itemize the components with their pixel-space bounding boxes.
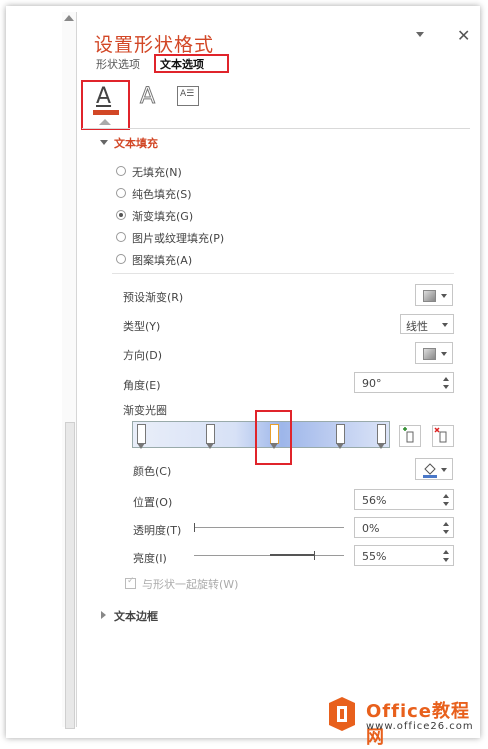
preset-gradient-label: 预设渐变(R) [123,291,184,304]
section-text-fill[interactable]: 文本填充 [114,135,158,151]
transparency-value: 0% [362,522,380,535]
radio-label: 无填充(N) [132,166,182,179]
radio-label: 图片或纹理填充(P) [132,232,225,245]
type-select[interactable]: 线性 [400,314,454,334]
tab-shape-options[interactable]: 形状选项 [96,56,140,72]
transparency-slider[interactable] [194,527,344,528]
radio-picture-fill[interactable] [116,232,126,242]
office-logo-icon [329,697,355,731]
watermark-url: www.office26.com [366,721,474,732]
icon-row-divider [82,128,470,129]
text-effects-icon[interactable]: A [139,84,155,110]
remove-gradient-stop-button[interactable] [432,425,454,447]
transparency-slider-thumb[interactable] [194,523,195,532]
radio-solid-fill[interactable] [116,188,126,198]
paint-bucket-icon [423,463,437,478]
selected-stop-highlight [255,410,292,465]
textbox-icon[interactable]: A☰ [177,86,199,106]
radio-pattern-fill[interactable] [116,254,126,264]
brightness-slider-thumb[interactable] [314,551,315,560]
gradient-stop-2[interactable] [206,424,215,449]
brightness-spinner[interactable]: 55% [354,545,454,566]
pane-options-dropdown-icon[interactable] [416,32,424,37]
direction-button[interactable] [415,342,453,364]
brightness-slider-fill [270,554,314,556]
add-gradient-stop-button[interactable] [399,425,421,447]
angle-label: 角度(E) [123,379,161,392]
gradient-stop-1[interactable] [137,424,146,449]
transparency-spinner[interactable]: 0% [354,517,454,538]
position-label: 位置(O) [133,496,173,509]
expand-arrow-icon[interactable] [101,611,106,619]
brightness-slider[interactable] [194,555,344,556]
color-picker-button[interactable] [415,458,453,480]
remove-stop-icon [434,427,447,443]
add-stop-icon [403,427,414,443]
radio-gradient-fill[interactable] [116,210,126,220]
section-divider [112,273,454,274]
tab-text-options[interactable]: 文本选项 [160,56,204,72]
transparency-label: 透明度(T) [133,524,182,537]
angle-value: 90° [362,377,382,390]
gradient-stop-4[interactable] [336,424,345,449]
text-fill-icon[interactable]: A [96,84,111,109]
scrollbar[interactable] [62,12,77,729]
selected-pointer-icon [99,119,111,125]
text-fill-color-bar [93,110,119,115]
scroll-thumb[interactable] [65,422,75,729]
section-text-border[interactable]: 文本边框 [114,608,158,624]
radio-label: 图案填充(A) [132,254,193,267]
preset-gradient-button[interactable] [415,284,453,306]
color-label: 颜色(C) [133,465,172,478]
angle-spinner[interactable]: 90° [354,372,454,393]
radio-no-fill[interactable] [116,166,126,176]
scroll-up-arrow-icon[interactable] [64,15,74,21]
radio-label: 纯色填充(S) [132,188,192,201]
position-spinner[interactable]: 56% [354,489,454,510]
close-icon[interactable]: ✕ [457,26,470,45]
rotate-with-shape-label: 与形状一起旋转(W) [142,578,239,591]
type-value: 线性 [406,320,428,333]
pane-title: 设置形状格式 [94,34,215,56]
gradient-stops-label: 渐变光圈 [123,404,167,417]
brightness-label: 亮度(I) [133,552,167,565]
radio-label: 渐变填充(G) [132,210,194,223]
type-label: 类型(Y) [123,320,161,333]
rotate-with-shape-checkbox[interactable] [125,576,136,589]
position-value: 56% [362,494,387,507]
collapse-arrow-icon[interactable] [100,140,108,145]
direction-label: 方向(D) [123,349,163,362]
brightness-value: 55% [362,550,387,563]
gradient-stop-5[interactable] [377,424,386,449]
